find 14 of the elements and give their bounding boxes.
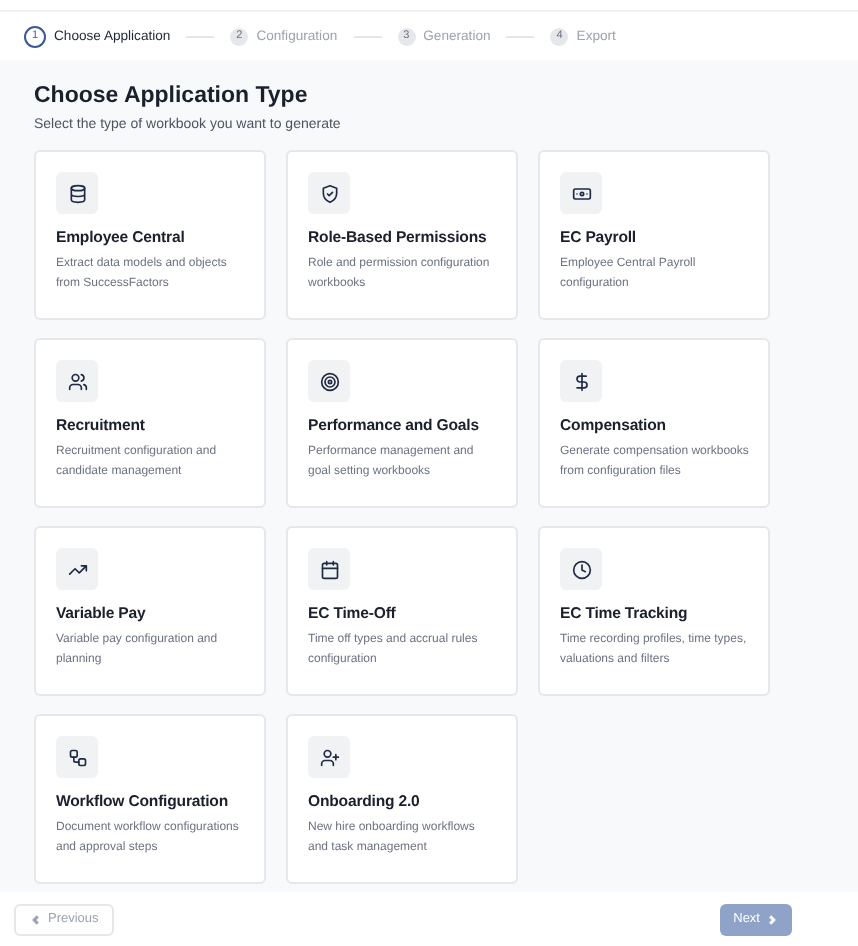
clock-icon (560, 548, 602, 590)
banknote-icon (560, 172, 602, 214)
shield-check-icon (308, 172, 350, 214)
calendar-icon (308, 548, 350, 590)
user-plus-icon (308, 736, 350, 778)
chevron-right-icon (766, 913, 778, 925)
target-icon (308, 360, 350, 402)
users-icon (56, 360, 98, 402)
chevron-left-icon (30, 913, 42, 925)
page-title: Choose Application Type (34, 84, 310, 108)
workflow-icon (56, 736, 98, 778)
dollar-icon (560, 360, 602, 402)
trending-up-icon (56, 548, 98, 590)
database-icon (56, 172, 98, 214)
